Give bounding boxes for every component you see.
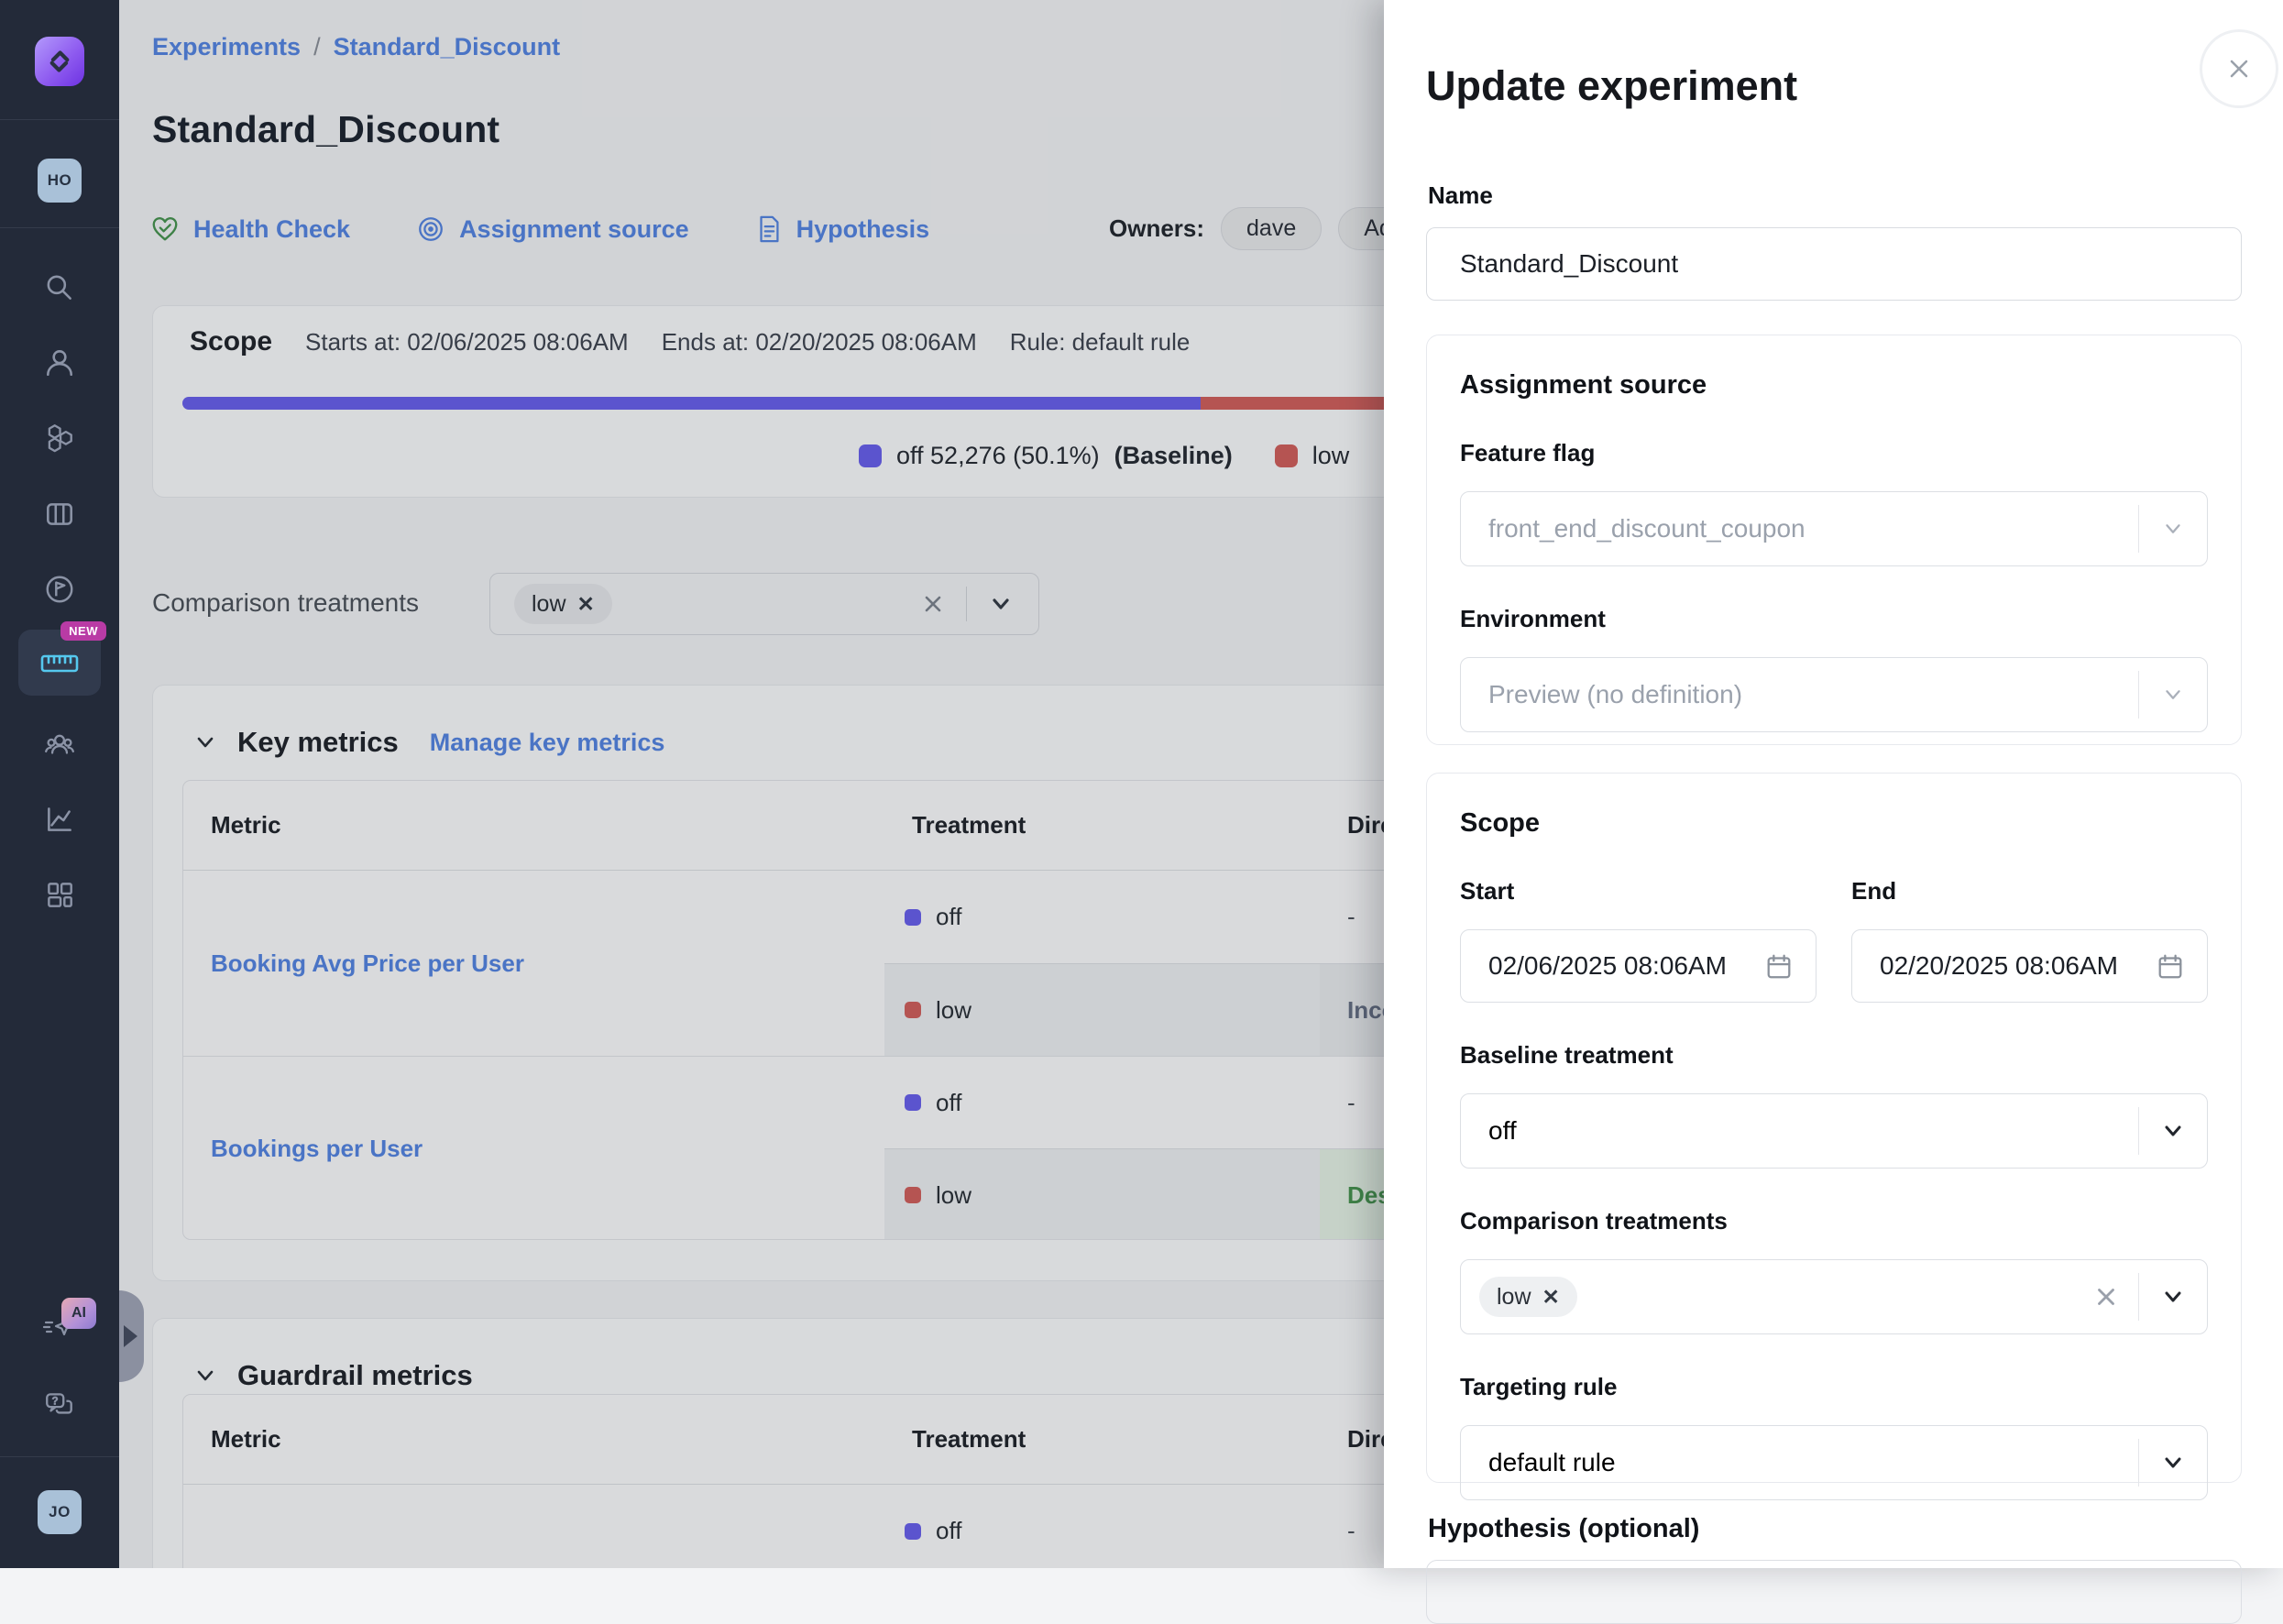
hypothesis-optional-label: Hypothesis (optional) [1428,1514,1699,1544]
app-logo[interactable] [0,37,119,86]
clear-icon[interactable] [2092,1283,2120,1311]
sidebar-item-ai-assistant[interactable]: AI [0,1311,119,1345]
sidebar-item-search[interactable] [0,271,119,304]
sidebar-item-support[interactable]: ? [0,1388,119,1421]
sidebar-item-dashboards[interactable] [0,878,119,911]
targeting-rule-value: default rule [1488,1448,2138,1477]
columns-icon [43,498,76,531]
name-input[interactable]: Standard_Discount [1426,227,2242,301]
start-date-value: 02/06/2025 08:06AM [1488,951,1764,981]
person-icon [43,346,76,379]
close-button[interactable] [2200,29,2278,108]
sidebar-item-audiences[interactable] [0,729,119,762]
divider [0,227,119,228]
baseline-treatment-select[interactable]: off [1460,1093,2208,1169]
baseline-treatment-label: Baseline treatment [1460,1041,2208,1070]
sidebar-expand-handle[interactable] [119,1290,144,1382]
environment-value: Preview (no definition) [1488,680,2138,709]
name-label: Name [1428,181,1493,210]
chevron-down-icon [2139,1283,2207,1311]
feature-flag-label: Feature flag [1460,439,2208,467]
new-badge: NEW [60,621,106,641]
end-label: End [1851,877,2208,905]
close-icon [2223,53,2255,84]
chevron-down-icon [2139,516,2207,542]
comparison-treatments-select[interactable]: low ✕ [1460,1259,2208,1334]
end-date-value: 02/20/2025 08:06AM [1880,951,2156,981]
feature-flag-value: front_end_discount_coupon [1488,514,2138,543]
environment-select[interactable]: Preview (no definition) [1460,657,2208,732]
sidebar-item-releases[interactable] [0,573,119,606]
scope-section: Scope Start 02/06/2025 08:06AM End 02/20… [1426,773,2242,1483]
divider [0,1456,119,1457]
assignment-source-heading: Assignment source [1460,370,2208,401]
help-chat-icon: ? [43,1388,76,1421]
targeting-rule-select[interactable]: default rule [1460,1425,2208,1500]
search-icon [43,271,76,304]
treatment-chip-low[interactable]: low ✕ [1479,1277,1577,1317]
workspace-avatar[interactable]: HO [0,159,119,203]
scope-heading: Scope [1460,808,2208,839]
targeting-rule-label: Targeting rule [1460,1373,2208,1401]
chevron-down-icon [2139,1449,2207,1476]
chevron-down-icon [2139,682,2207,708]
sidebar-item-users[interactable] [0,346,119,379]
sidebar: HO [0,0,119,1568]
chip-remove-icon[interactable]: ✕ [1542,1285,1560,1310]
assignment-source-section: Assignment source Feature flag front_end… [1426,335,2242,745]
divider [0,119,119,120]
sidebar-item-flags[interactable] [0,498,119,531]
baseline-treatment-value: off [1488,1116,2138,1146]
chevron-right-icon [124,1325,137,1347]
calendar-icon[interactable] [1764,951,1794,981]
user-badge: JO [38,1490,82,1534]
statsig-logo-icon [35,37,84,86]
line-chart-icon [43,803,76,836]
ai-badge: AI [61,1298,96,1329]
ruler-icon [39,647,80,678]
user-avatar[interactable]: JO [0,1490,119,1534]
update-experiment-drawer: Update experiment Name Standard_Discount… [1384,0,2283,1568]
start-date-input[interactable]: 02/06/2025 08:06AM [1460,929,1817,1003]
comparison-treatments-label: Comparison treatments [1460,1207,2208,1235]
start-label: Start [1460,877,1817,905]
end-date-input[interactable]: 02/20/2025 08:06AM [1851,929,2208,1003]
drawer-title: Update experiment [1426,62,1797,110]
hexagons-icon [43,422,76,455]
sidebar-item-analytics[interactable] [0,803,119,836]
sidebar-item-segments[interactable] [0,422,119,455]
environment-label: Environment [1460,605,2208,633]
workspace-badge: HO [38,159,82,203]
people-group-icon [43,729,76,762]
svg-text:?: ? [52,1395,59,1407]
chevron-down-icon [2139,1117,2207,1145]
dashboard-grid-icon [43,878,76,911]
chip-label: low [1497,1284,1531,1311]
flag-circle-icon [43,573,76,606]
hypothesis-textarea[interactable] [1426,1560,2242,1624]
calendar-icon[interactable] [2156,951,2185,981]
feature-flag-select[interactable]: front_end_discount_coupon [1460,491,2208,566]
sidebar-item-experiments-active[interactable]: NEW [18,630,101,696]
